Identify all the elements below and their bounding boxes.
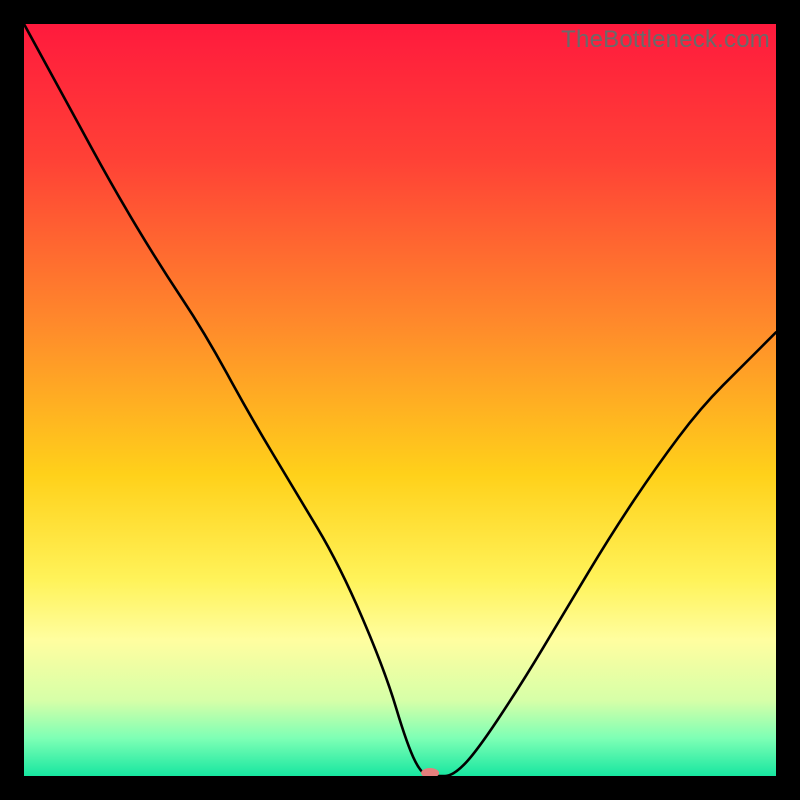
bottleneck-chart (24, 24, 776, 776)
gradient-background (24, 24, 776, 776)
chart-frame: TheBottleneck.com (0, 0, 800, 800)
watermark-text: TheBottleneck.com (561, 26, 770, 54)
plot-area: TheBottleneck.com (24, 24, 776, 776)
